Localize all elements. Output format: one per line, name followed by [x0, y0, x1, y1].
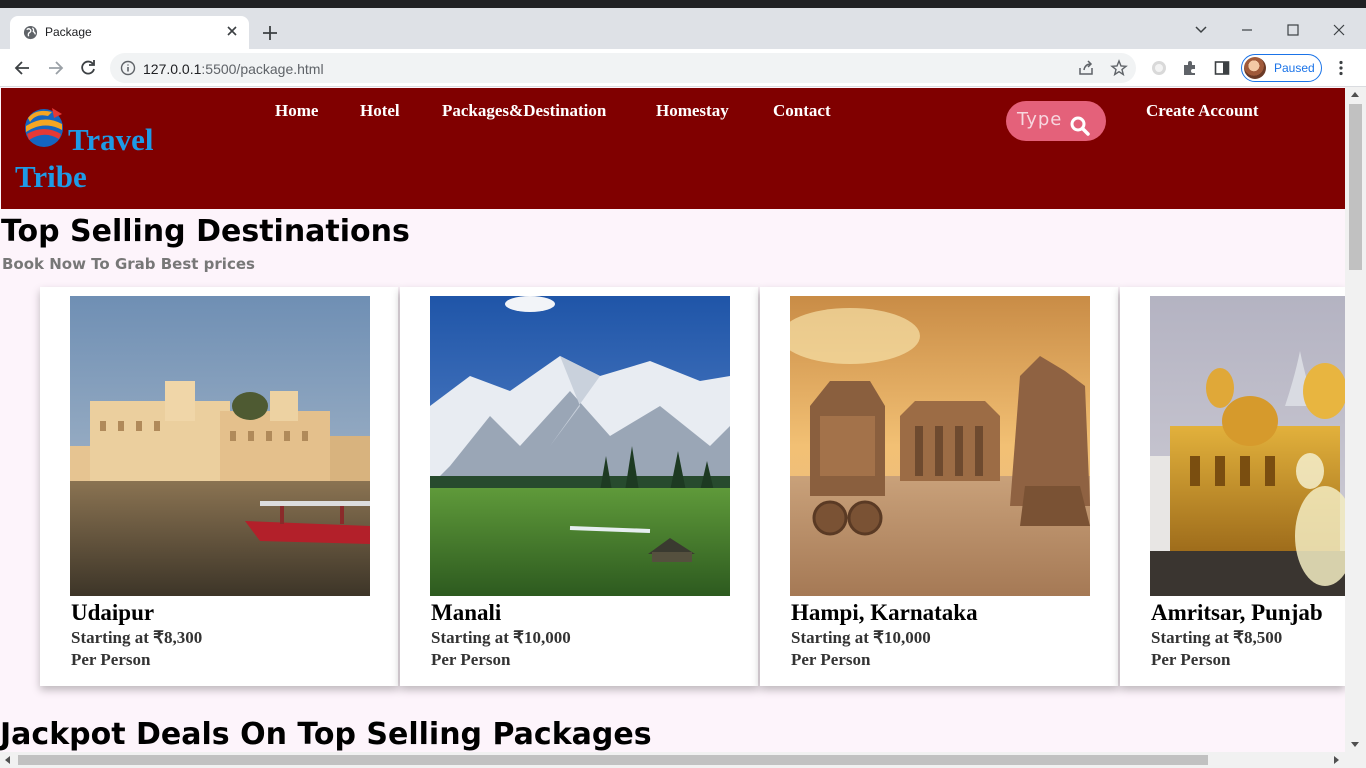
search-placeholder: Type [1017, 109, 1063, 130]
vertical-scroll-thumb[interactable] [1349, 104, 1362, 270]
horizontal-scroll-thumb[interactable] [18, 755, 1208, 765]
share-icon[interactable] [1077, 59, 1095, 77]
tab-title: Package [45, 25, 92, 39]
section-title: Top Selling Destinations [1, 214, 410, 249]
nav-contact[interactable]: Contact [773, 101, 831, 121]
url-host: 127.0.0.1 [143, 61, 202, 77]
avatar [1244, 57, 1266, 79]
site-info-icon[interactable] [120, 60, 136, 76]
extension-icon[interactable] [1150, 59, 1168, 77]
card-name: Amritsar, Punjab [1151, 600, 1323, 625]
create-account-link[interactable]: Create Account [1146, 101, 1259, 121]
scroll-left-arrow-icon[interactable] [5, 756, 10, 764]
bookmark-star-icon[interactable] [1110, 59, 1128, 77]
nav-hotel[interactable]: Hotel [360, 101, 400, 121]
forward-arrow-icon[interactable] [45, 58, 65, 78]
manali-image [430, 296, 730, 596]
url-path: :5500/package.html [201, 61, 324, 77]
card-per-person: Per Person [791, 650, 871, 669]
search-input[interactable]: Type [1006, 101, 1106, 141]
close-tab-icon[interactable] [225, 24, 239, 38]
nav-homestay[interactable]: Homestay [656, 101, 729, 121]
card-name: Udaipur [71, 600, 155, 625]
nav-packages-destination[interactable]: Packages&Destination [442, 101, 606, 121]
new-tab-icon[interactable] [261, 24, 279, 42]
site-header: Travel Tribe Home Hotel Packages&Destina… [1, 88, 1345, 209]
globe-icon [23, 25, 38, 40]
kebab-menu-icon[interactable] [1332, 59, 1350, 77]
section-subtitle: Book Now To Grab Best prices [2, 255, 255, 273]
tab-package[interactable]: Package [10, 16, 249, 49]
scroll-up-arrow-icon[interactable] [1351, 92, 1359, 97]
card-name: Manali [431, 600, 502, 625]
horizontal-scrollbar[interactable] [0, 752, 1366, 768]
jackpot-section-title: Jackpot Deals On Top Selling Packages [0, 717, 652, 752]
url-text: 127.0.0.1:5500/package.html [143, 61, 324, 77]
address-bar[interactable]: 127.0.0.1:5500/package.html [110, 53, 1136, 83]
side-panel-icon[interactable] [1213, 59, 1231, 77]
scroll-right-arrow-icon[interactable] [1334, 756, 1339, 764]
page-viewport: Travel Tribe Home Hotel Packages&Destina… [0, 87, 1366, 768]
search-icon[interactable] [1070, 116, 1090, 136]
udaipur-image [70, 296, 370, 596]
maximize-icon[interactable] [1282, 20, 1304, 40]
brand-name-line1[interactable]: Travel [68, 122, 154, 158]
close-window-icon[interactable] [1328, 20, 1350, 40]
profile-status: Paused [1274, 61, 1315, 75]
card-per-person: Per Person [71, 650, 151, 669]
card-price: Starting at ₹10,000 [431, 628, 571, 647]
destination-card-udaipur[interactable]: Udaipur Starting at ₹8,300 Per Person [40, 287, 398, 686]
card-price: Starting at ₹8,500 [1151, 628, 1283, 647]
card-price: Starting at ₹10,000 [791, 628, 931, 647]
amritsar-image [1150, 296, 1345, 596]
profile-button[interactable]: Paused [1241, 54, 1322, 82]
card-per-person: Per Person [431, 650, 511, 669]
card-per-person: Per Person [1151, 650, 1231, 669]
hampi-image [790, 296, 1090, 596]
tab-bar: Package [0, 8, 1366, 49]
card-name: Hampi, Karnataka [791, 600, 978, 625]
back-arrow-icon[interactable] [13, 58, 33, 78]
tab-search-chevron-icon[interactable] [1190, 20, 1212, 40]
scroll-down-arrow-icon[interactable] [1351, 742, 1359, 747]
logo-icon[interactable] [22, 104, 66, 148]
card-price: Starting at ₹8,300 [71, 628, 203, 647]
destination-card-manali[interactable]: Manali Starting at ₹10,000 Per Person [400, 287, 758, 686]
nav-home[interactable]: Home [275, 101, 318, 121]
vertical-scrollbar[interactable] [1345, 87, 1366, 752]
destination-card-amritsar[interactable]: Amritsar, Punjab Starting at ₹8,500 Per … [1120, 287, 1345, 686]
reload-icon[interactable] [78, 58, 98, 78]
minimize-icon[interactable] [1236, 20, 1258, 40]
extensions-puzzle-icon[interactable] [1181, 59, 1199, 77]
destination-card-hampi[interactable]: Hampi, Karnataka Starting at ₹10,000 Per… [760, 287, 1118, 686]
brand-name-line2[interactable]: Tribe [15, 159, 87, 195]
browser-toolbar: 127.0.0.1:5500/package.html Paused [0, 49, 1366, 87]
window-top-strip [0, 0, 1366, 8]
